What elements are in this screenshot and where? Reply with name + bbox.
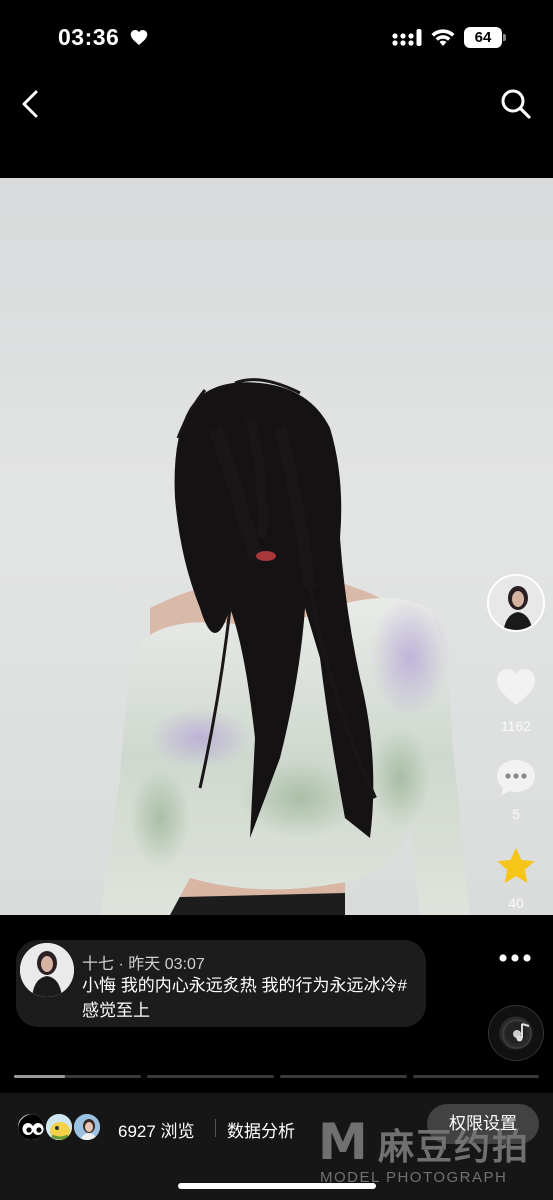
- comment-count: 5: [512, 806, 520, 822]
- data-analysis-link[interactable]: 数据分析: [227, 1117, 295, 1142]
- status-time: 03:36: [58, 24, 120, 50]
- meta-separator: ·: [118, 956, 124, 973]
- favorite-count: 40: [508, 895, 524, 911]
- post-timestamp: 昨天 03:07: [128, 956, 205, 973]
- author-name[interactable]: 十七: [82, 956, 114, 973]
- author-avatar[interactable]: [487, 574, 545, 632]
- caption-text: 小悔 我的内心永远炙热 我的行为永远冰冷#感觉至上: [82, 976, 407, 1020]
- like-icon[interactable]: [495, 667, 537, 707]
- home-indicator[interactable]: [178, 1183, 376, 1189]
- avatar-image: [20, 943, 74, 997]
- comment-icon[interactable]: [495, 758, 537, 798]
- progress-segment: [413, 1075, 539, 1078]
- battery-level: 64: [464, 27, 502, 48]
- photo-illustration: [100, 378, 470, 915]
- heart-icon: [130, 30, 148, 45]
- views-count: 6927 浏览: [118, 1122, 195, 1141]
- more-icon[interactable]: [497, 952, 533, 964]
- music-note-icon: [502, 1019, 532, 1049]
- caption-author-avatar[interactable]: [20, 943, 74, 997]
- watermark-letter: M: [318, 1113, 368, 1171]
- divider: [215, 1119, 216, 1137]
- search-icon[interactable]: [498, 86, 534, 122]
- progress-segment-fill: [14, 1075, 65, 1078]
- progress-segment: [14, 1075, 141, 1078]
- like-count: 1162: [500, 718, 532, 734]
- viewer-avatar[interactable]: [44, 1112, 74, 1142]
- permission-settings-button[interactable]: 权限设置: [427, 1104, 539, 1144]
- chevron-left-icon[interactable]: [14, 86, 48, 122]
- slide-progress: [14, 1075, 539, 1078]
- status-bar: 03:36 64: [0, 0, 553, 76]
- battery-indicator: 64: [464, 27, 506, 48]
- cellular-signal-icon: [392, 29, 422, 46]
- viewer-avatar[interactable]: [72, 1112, 102, 1142]
- battery-tip: [503, 34, 506, 41]
- viewer-avatar[interactable]: [16, 1112, 46, 1142]
- progress-segment: [147, 1075, 274, 1078]
- music-disc-icon[interactable]: [488, 1005, 544, 1061]
- progress-segment: [280, 1075, 407, 1078]
- post-photo[interactable]: [0, 178, 553, 915]
- caption-meta: 十七 · 昨天 03:07: [82, 950, 205, 974]
- wifi-icon: [431, 29, 455, 46]
- caption-card[interactable]: 十七 · 昨天 03:07 小悔 我的内心永远炙热 我的行为永远冰冷#感觉至上: [16, 940, 426, 1027]
- star-icon[interactable]: [495, 846, 537, 886]
